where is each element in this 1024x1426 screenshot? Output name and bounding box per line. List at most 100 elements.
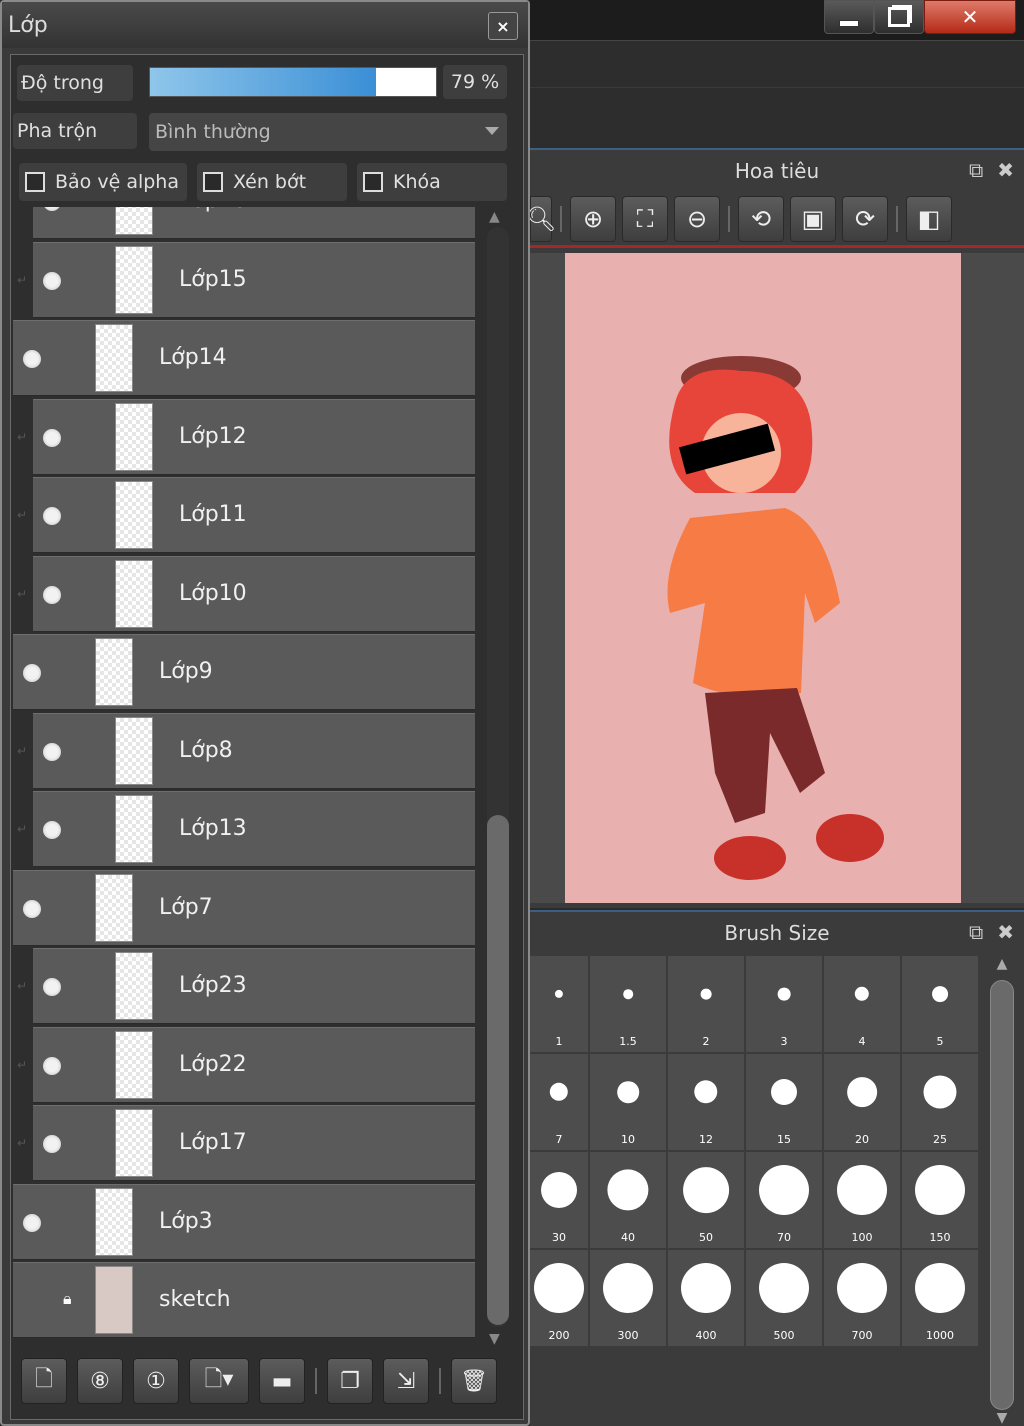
brush-size-cell[interactable]: 40: [590, 1152, 666, 1248]
brush-size-cell[interactable]: 2: [668, 956, 744, 1052]
new-1bit-layer-icon[interactable]: ①: [133, 1358, 179, 1404]
visibility-icon[interactable]: [23, 1213, 41, 1232]
visibility-icon[interactable]: [43, 978, 61, 996]
brush-size-cell[interactable]: 12: [668, 1054, 744, 1150]
layer-row[interactable]: ↵ Lớp10: [17, 555, 475, 632]
new-8bit-layer-icon[interactable]: ⑧: [77, 1358, 123, 1404]
visibility-icon[interactable]: [43, 507, 61, 525]
brush-size-cell[interactable]: 5: [902, 956, 978, 1052]
visibility-icon[interactable]: [43, 585, 61, 604]
scroll-thumb[interactable]: [487, 815, 509, 1325]
scroll-thumb[interactable]: [990, 980, 1014, 1410]
layer-row[interactable]: ↵ Lớp22: [17, 1026, 475, 1103]
visibility-icon[interactable]: [43, 207, 61, 211]
brush-size-cell[interactable]: 4: [824, 956, 900, 1052]
brush-size-cell[interactable]: 300: [590, 1250, 666, 1346]
layer-row[interactable]: ↵ Lớp15: [17, 241, 475, 318]
duplicate-icon[interactable]: ❐: [327, 1358, 373, 1404]
opacity-slider[interactable]: [149, 67, 437, 97]
layer-row[interactable]: ↵ Lớp13: [17, 791, 475, 867]
maximize-icon[interactable]: [874, 0, 924, 34]
brush-dot: [915, 1263, 965, 1313]
brush-size-cell[interactable]: 50: [668, 1152, 744, 1248]
brush-size-cell[interactable]: 1: [530, 956, 588, 1052]
merge-down-icon[interactable]: ⇲: [383, 1358, 429, 1404]
lock-icon[interactable]: 🔒︎: [63, 1289, 72, 1309]
brush-size-cell[interactable]: 30: [530, 1152, 588, 1248]
brush-size-cell[interactable]: 200: [530, 1250, 588, 1346]
visibility-icon[interactable]: [23, 350, 41, 368]
clipping-checkbox[interactable]: Xén bớt: [197, 163, 347, 201]
checkbox-box[interactable]: [25, 172, 45, 192]
layer-row[interactable]: Lớp9: [13, 634, 475, 710]
popout-icon[interactable]: ⧉: [969, 920, 983, 944]
delete-icon[interactable]: 🗑︎: [451, 1358, 497, 1404]
layer-name: sketch: [159, 1287, 231, 1312]
brush-size-cell[interactable]: 10: [590, 1054, 666, 1150]
lock-checkbox[interactable]: Khóa: [357, 163, 507, 201]
visibility-icon[interactable]: [43, 271, 61, 290]
checkbox-box[interactable]: [203, 172, 223, 192]
visibility-icon[interactable]: [43, 742, 61, 761]
brush-size-cell[interactable]: 700: [824, 1250, 900, 1346]
brush-size-cell[interactable]: 150: [902, 1152, 978, 1248]
reset-icon[interactable]: ▣: [790, 195, 836, 242]
brush-size-cell[interactable]: 15: [746, 1054, 822, 1150]
flip-icon[interactable]: ◧: [906, 195, 952, 242]
checkbox-box[interactable]: [363, 172, 383, 192]
layer-row[interactable]: ↵ Lớp17: [17, 1105, 475, 1181]
add-layer-menu-icon[interactable]: 🗋▾: [189, 1358, 249, 1404]
close-window-icon[interactable]: ✕: [924, 0, 1016, 34]
blend-mode-select[interactable]: Bình thường: [149, 113, 507, 151]
visibility-icon[interactable]: [43, 1135, 61, 1153]
brush-size-cell[interactable]: 70: [746, 1152, 822, 1248]
visibility-icon[interactable]: [43, 428, 61, 447]
close-icon[interactable]: ✖: [997, 158, 1014, 182]
brush-size-cell[interactable]: 500: [746, 1250, 822, 1346]
layer-row[interactable]: ↵ Lớp8: [17, 712, 475, 789]
layer-row[interactable]: ↵ Lớp16: [17, 207, 475, 239]
close-icon[interactable]: ✖: [997, 920, 1014, 944]
visibility-icon[interactable]: [43, 821, 61, 839]
zoom-in-icon[interactable]: ⊕: [570, 195, 616, 242]
visibility-icon[interactable]: [23, 664, 41, 682]
brush-size-cell[interactable]: 1000: [902, 1250, 978, 1346]
divider: [560, 205, 562, 232]
popout-icon[interactable]: ⧉: [969, 158, 983, 182]
brush-size-cell[interactable]: 400: [668, 1250, 744, 1346]
brush-size-cell[interactable]: 7: [530, 1054, 588, 1150]
layer-row[interactable]: ↵ Lớp12: [17, 398, 475, 475]
layer-row[interactable]: 🔒︎ sketch: [13, 1262, 475, 1338]
minimize-icon[interactable]: [824, 0, 874, 34]
brush-dot: [549, 1082, 569, 1102]
layer-list-scrollbar[interactable]: ▲ ▼: [477, 207, 517, 1349]
protect-alpha-checkbox[interactable]: Bảo vệ alpha: [19, 163, 187, 201]
layer-row[interactable]: ↵ Lớp11: [17, 477, 475, 553]
rotate-left-icon[interactable]: ⟲: [738, 195, 784, 242]
scroll-up-icon[interactable]: ▲: [988, 956, 1016, 972]
brush-size-cell[interactable]: 25: [902, 1054, 978, 1150]
zoom-out-icon[interactable]: ⊖: [674, 195, 720, 242]
close-icon[interactable]: ×: [488, 12, 518, 40]
opacity-value[interactable]: 79 %: [443, 65, 507, 99]
brush-size-cell[interactable]: 1.5: [590, 956, 666, 1052]
new-layer-icon[interactable]: 🗋: [21, 1358, 67, 1404]
scroll-up-icon[interactable]: ▲: [489, 209, 500, 225]
visibility-icon[interactable]: [43, 1056, 61, 1075]
brush-scrollbar[interactable]: ▲ ▼: [988, 956, 1016, 1426]
layer-row[interactable]: Lớp7: [13, 869, 475, 946]
visibility-icon[interactable]: [23, 899, 41, 918]
folder-icon[interactable]: ▬: [259, 1358, 305, 1404]
layer-row[interactable]: Lớp14: [13, 320, 475, 396]
navigator-canvas[interactable]: [530, 253, 1024, 903]
brush-size-cell[interactable]: 100: [824, 1152, 900, 1248]
zoom-icon[interactable]: 🔍︎: [526, 195, 556, 242]
scroll-down-icon[interactable]: ▼: [988, 1410, 1016, 1426]
brush-size-cell[interactable]: 20: [824, 1054, 900, 1150]
scroll-down-icon[interactable]: ▼: [489, 1331, 500, 1347]
layer-row[interactable]: ↵ Lớp23: [17, 948, 475, 1024]
fit-icon[interactable]: ⛶: [622, 195, 668, 242]
brush-size-cell[interactable]: 3: [746, 956, 822, 1052]
rotate-right-icon[interactable]: ⟳: [842, 195, 888, 242]
layer-row[interactable]: Lớp3: [13, 1183, 475, 1260]
